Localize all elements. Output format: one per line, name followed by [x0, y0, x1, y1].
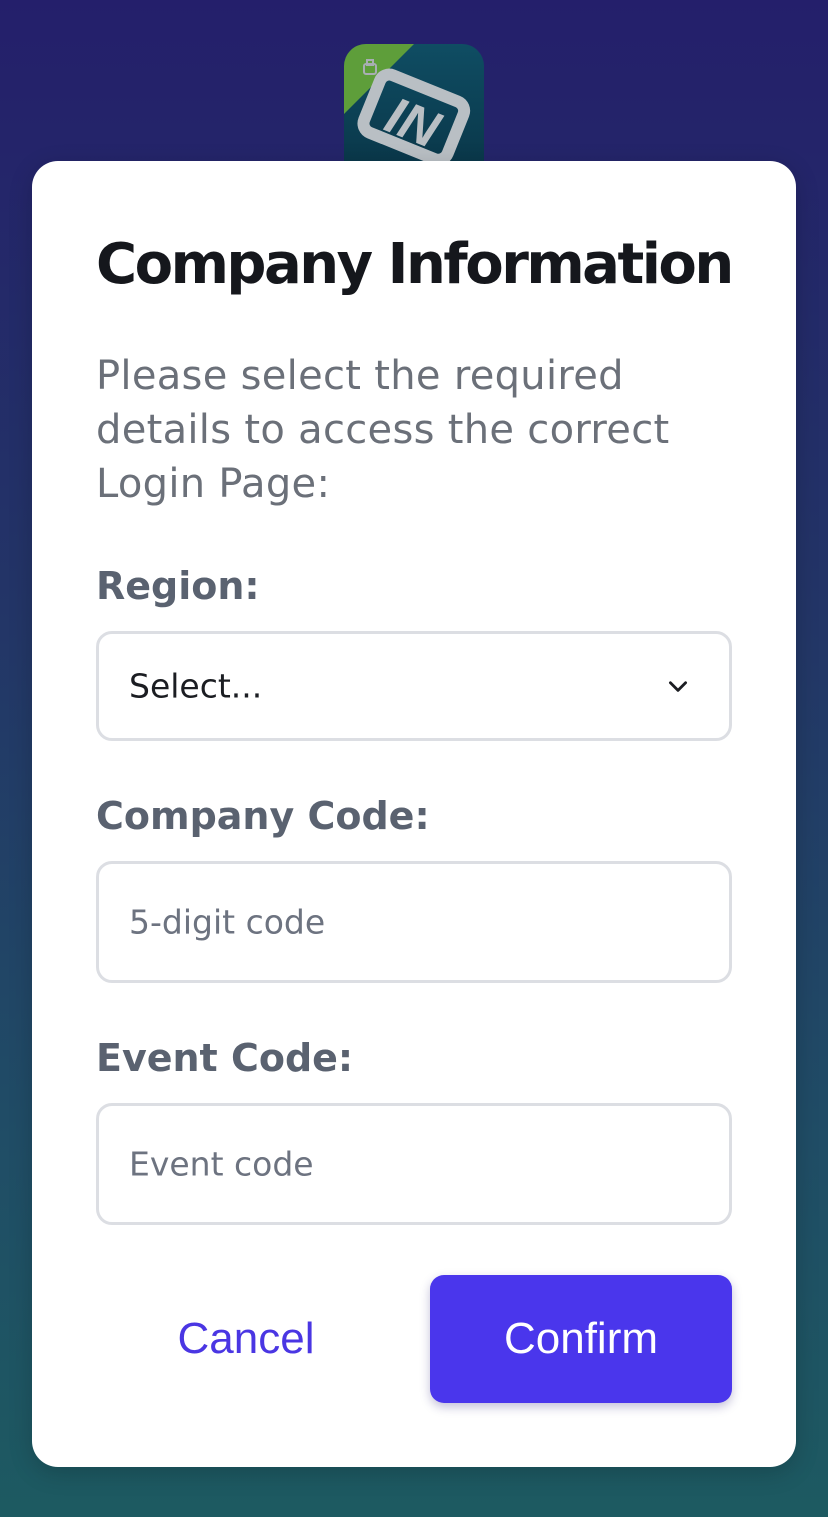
company-code-label: Company Code:	[96, 794, 430, 838]
company-code-placeholder: 5-digit code	[129, 902, 326, 942]
chevron-down-icon	[669, 681, 687, 692]
event-code-placeholder: Event code	[129, 1144, 314, 1184]
confirm-button[interactable]: Confirm	[430, 1275, 732, 1403]
modal-description: Please select the required details to ac…	[96, 353, 670, 507]
region-label: Region:	[96, 564, 260, 608]
region-selected-value: Select...	[129, 666, 263, 706]
region-select[interactable]: Select...	[96, 631, 732, 741]
modal-title: Company Information	[96, 232, 734, 297]
company-info-modal: Company Information Please select the re…	[32, 161, 796, 1467]
event-code-label: Event Code:	[96, 1036, 354, 1080]
event-code-field[interactable]: Event code	[96, 1103, 732, 1225]
cancel-button[interactable]: Cancel	[96, 1275, 396, 1403]
company-code-field[interactable]: 5-digit code	[96, 861, 732, 983]
